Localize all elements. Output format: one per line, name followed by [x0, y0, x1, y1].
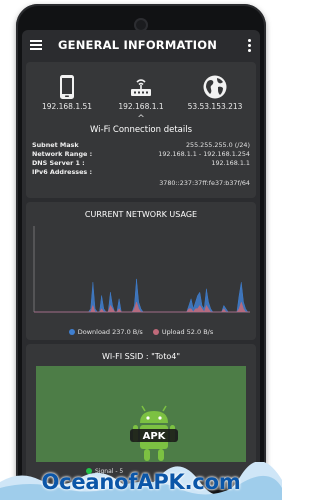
connection-details-title: Wi-Fi Connection details — [89, 125, 193, 135]
page-title: GENERAL INFORMATION — [58, 38, 218, 52]
detail-value: 255.255.255.0 (/24) — [185, 141, 250, 149]
detail-row: Subnet Mask 255.255.255.0 (/24) — [32, 141, 250, 150]
public-ip: 53.53.153.213 — [187, 102, 243, 111]
detail-key: Network Range : — [32, 150, 93, 158]
download-label: Download 237.0 B/s — [77, 328, 143, 336]
upload-label: Upload 52.0 B/s — [161, 328, 214, 336]
detail-key: DNS Server 1 : — [32, 159, 85, 167]
detail-key: Subnet Mask — [32, 141, 79, 149]
device-ip: 192.168.1.51 — [41, 102, 93, 111]
android-apk-logo-icon: APK — [130, 405, 178, 461]
usage-title: CURRENT NETWORK USAGE — [84, 210, 198, 219]
upload-dot-icon — [152, 329, 159, 335]
detail-key: IPv6 Addresses : — [32, 168, 93, 176]
network-info-card: 192.168.1.51 192.168.1.1 53.53.153.213 ^… — [26, 62, 256, 198]
ipv6-address: 3780::237:37ff:fe37:b37f/64 — [159, 179, 250, 187]
globe-icon — [203, 75, 227, 99]
connection-details: Subnet Mask 255.255.255.0 (/24) Network … — [26, 135, 256, 188]
app-bar: GENERAL INFORMATION — [22, 30, 260, 60]
hamburger-menu-icon[interactable] — [30, 40, 42, 50]
wifi-ssid-title: WI-FI SSID : "Toto4" — [101, 352, 181, 361]
detail-value: 192.168.1.1 — [211, 159, 250, 167]
detail-row: IPv6 Addresses : — [32, 168, 250, 177]
download-legend: Download 237.0 B/s — [68, 328, 143, 336]
detail-row: Network Range : 192.168.1.1 - 192.168.1.… — [32, 150, 250, 159]
download-series — [34, 278, 250, 313]
detail-row: DNS Server 1 : 192.168.1.1 — [32, 159, 250, 168]
public-ip-item[interactable]: 53.53.153.213 — [180, 72, 250, 111]
detail-value: 192.168.1.1 - 192.168.1.254 — [158, 150, 250, 158]
download-dot-icon — [68, 329, 75, 335]
usage-chart — [33, 226, 250, 313]
collapse-chevron-icon[interactable]: ^ — [26, 115, 256, 124]
phone-icon — [60, 75, 74, 99]
router-icon — [131, 79, 151, 96]
upload-legend: Upload 52.0 B/s — [152, 328, 214, 336]
router-item[interactable]: 192.168.1.1 — [106, 72, 176, 111]
more-options-icon[interactable] — [248, 38, 252, 52]
apk-badge-text: APK — [143, 431, 167, 442]
network-usage-card: CURRENT NETWORK USAGE Download 237.0 B/s… — [26, 202, 256, 340]
watermark-text: OceanofAPK.com — [41, 470, 241, 494]
usage-legend: Download 237.0 B/s Upload 52.0 B/s — [26, 328, 256, 336]
router-ip: 192.168.1.1 — [118, 102, 164, 111]
device-item[interactable]: 192.168.1.51 — [32, 72, 102, 111]
